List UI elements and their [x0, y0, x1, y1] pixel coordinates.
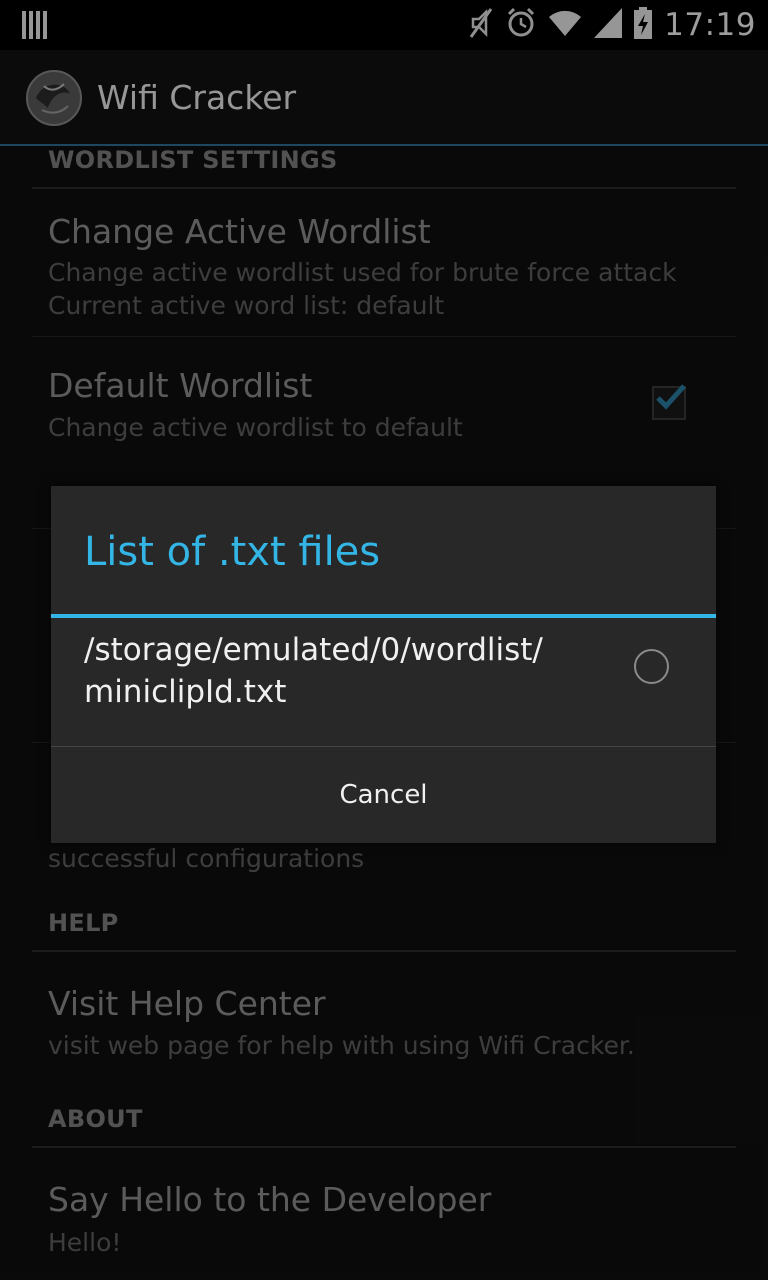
- cancel-button[interactable]: Cancel: [51, 747, 716, 843]
- file-picker-dialog: List of .txt files /storage/emulated/0/w…: [51, 486, 716, 843]
- file-path: /storage/emulated/0/wordlist/ miniclipId…: [84, 629, 604, 713]
- dialog-title: List of .txt files: [84, 529, 381, 575]
- file-path-line: miniclipId.txt: [84, 674, 287, 710]
- file-path-line: /storage/emulated/0/wordlist/: [84, 632, 543, 668]
- file-radio-button[interactable]: [634, 649, 669, 684]
- file-list-item[interactable]: /storage/emulated/0/wordlist/ miniclipId…: [51, 618, 716, 746]
